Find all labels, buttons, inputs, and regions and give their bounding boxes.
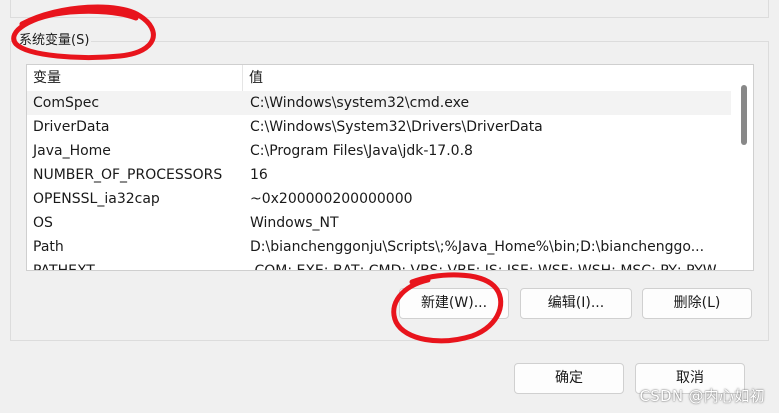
user-variables-group-edge — [10, 0, 769, 18]
list-header: 变量 值 — [27, 65, 731, 91]
environment-variables-dialog: 系统变量(S) 变量 值 ComSpec C:\Windows\system32… — [0, 0, 779, 413]
vertical-scrollbar[interactable] — [731, 65, 753, 270]
variable-value: C:\Windows\System32\Drivers\DriverData — [250, 119, 543, 135]
variable-name: OPENSSL_ia32cap — [33, 191, 160, 207]
new-variable-button[interactable]: 新建(W)... — [399, 288, 509, 319]
system-variables-list[interactable]: 变量 值 ComSpec C:\Windows\system32\cmd.exe… — [26, 64, 754, 271]
variable-name: PATHEXT — [33, 263, 95, 271]
edit-variable-button[interactable]: 编辑(I)... — [520, 288, 632, 319]
variable-name: Java_Home — [33, 143, 111, 159]
variable-name: ComSpec — [33, 95, 100, 111]
table-row-number-of-processors[interactable]: NUMBER_OF_PROCESSORS 16 — [27, 163, 731, 187]
variable-value: 16 — [250, 167, 268, 183]
variable-name: NUMBER_OF_PROCESSORS — [33, 167, 223, 183]
variable-value: ~0x200000200000000 — [250, 191, 413, 207]
variable-name: DriverData — [33, 119, 110, 135]
variable-value: C:\Windows\system32\cmd.exe — [250, 95, 470, 111]
variable-value: D:\bianchenggonju\Scripts\;%Java_Home%\b… — [250, 239, 705, 255]
column-header-variable[interactable]: 变量 — [27, 65, 243, 91]
table-row-openssl-ia32cap[interactable]: OPENSSL_ia32cap ~0x200000200000000 — [27, 187, 731, 211]
ok-button[interactable]: 确定 — [514, 363, 624, 394]
table-row-java-home[interactable]: Java_Home C:\Program Files\Java\jdk-17.0… — [27, 139, 731, 163]
variable-name: Path — [33, 239, 64, 255]
table-row-path[interactable]: Path D:\bianchenggonju\Scripts\;%Java_Ho… — [27, 235, 731, 259]
delete-variable-button[interactable]: 删除(L) — [642, 288, 752, 319]
variable-value: Windows_NT — [250, 215, 339, 231]
table-row-pathext[interactable]: PATHEXT .COM;.EXE;.BAT;.CMD;.VBS;.VBE;.J… — [27, 259, 731, 271]
variable-value: .COM;.EXE;.BAT;.CMD;.VBS;.VBE;.JS;.JSE;.… — [250, 263, 717, 271]
table-row-driverdata[interactable]: DriverData C:\Windows\System32\Drivers\D… — [27, 115, 731, 139]
table-row-comspec[interactable]: ComSpec C:\Windows\system32\cmd.exe — [27, 91, 731, 115]
column-header-value[interactable]: 值 — [243, 65, 731, 91]
list-rows: ComSpec C:\Windows\system32\cmd.exe Driv… — [27, 91, 731, 271]
variable-name: OS — [33, 215, 53, 231]
system-variables-label: 系统变量(S) — [17, 32, 92, 50]
variable-value: C:\Program Files\Java\jdk-17.0.8 — [250, 143, 473, 159]
csdn-watermark: CSDN @内心如初 — [639, 387, 765, 405]
scrollbar-thumb[interactable] — [741, 85, 747, 145]
table-row-os[interactable]: OS Windows_NT — [27, 211, 731, 235]
